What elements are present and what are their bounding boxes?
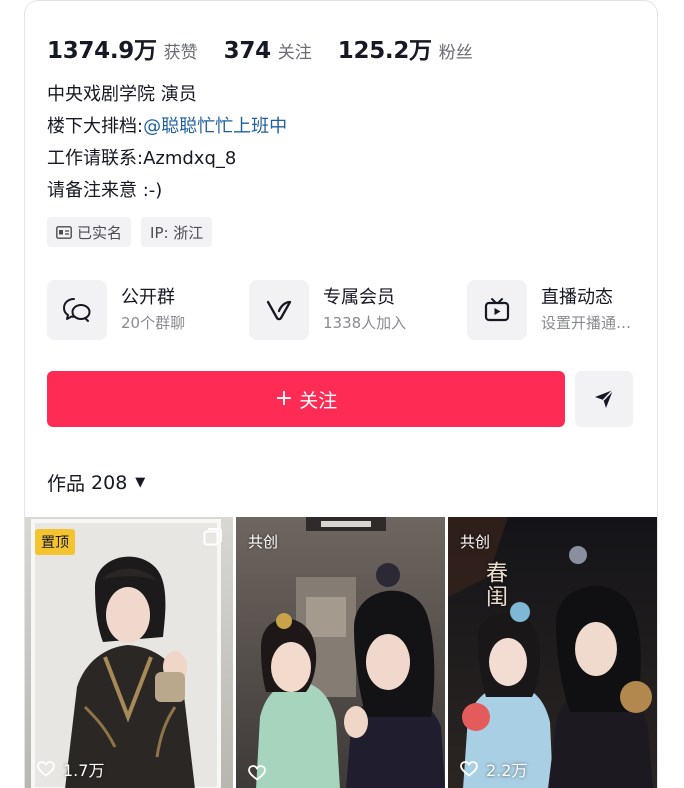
following-label: 关注 <box>277 43 312 63</box>
profile-panel: 1374.9万 获赞 374 关注 125.2万 粉丝 中央戏剧学院 演员 楼下… <box>24 0 658 788</box>
chat-bubbles-icon <box>47 280 107 340</box>
id-card-icon <box>56 225 72 239</box>
feature-live[interactable]: 直播动态 设置开播通… <box>467 277 631 343</box>
followers-label: 粉丝 <box>438 43 473 63</box>
bio-line-2: 楼下大排档:@聪聪忙忙上班中 <box>47 111 287 143</box>
heart-icon <box>248 765 266 781</box>
follow-button-label: 关注 <box>299 389 338 412</box>
verified-tag[interactable]: 已实名 <box>47 217 132 247</box>
video-thumb[interactable]: 共创 春闺 2.2万 <box>448 517 657 788</box>
likes-count-value: 2.2万 <box>486 761 528 780</box>
feature-live-subtitle: 设置开播通… <box>541 314 632 332</box>
video-cover-image <box>236 517 445 788</box>
feature-live-title: 直播动态 <box>541 287 613 308</box>
stat-followers[interactable]: 125.2万 粉丝 <box>338 31 473 65</box>
bio-line-2-prefix: 楼下大排档: <box>47 116 144 137</box>
share-button[interactable] <box>575 371 633 427</box>
v-member-icon <box>249 280 309 340</box>
video-cover-image <box>25 517 233 788</box>
likes-count-video-2 <box>248 765 274 781</box>
video-thumb[interactable]: 共创 <box>236 517 445 788</box>
following-count: 374 <box>223 38 271 64</box>
plus-icon: + <box>274 386 294 411</box>
stat-following[interactable]: 374 关注 <box>224 38 312 64</box>
likes-count-value: 1.7万 <box>63 761 105 780</box>
tv-icon <box>467 280 527 340</box>
ip-tag-label: IP: 浙江 <box>150 223 204 242</box>
feature-public-group-title: 公开群 <box>121 287 175 308</box>
heart-icon <box>37 761 55 777</box>
cocreate-badge: 共创 <box>460 533 491 551</box>
send-icon <box>595 389 614 408</box>
follow-button[interactable]: + 关注 <box>47 371 565 427</box>
followers-count: 125.2万 <box>337 38 432 64</box>
works-tab[interactable]: 作品 208 ▼ <box>47 469 145 496</box>
caret-down-icon: ▼ <box>135 475 146 490</box>
pinned-badge: 置顶 <box>35 529 75 555</box>
feature-member[interactable]: 专属会员 1338人加入 <box>249 277 406 343</box>
likes-count: 1374.9万 <box>47 38 157 64</box>
verified-tag-label: 已实名 <box>77 223 123 242</box>
stats-row: 1374.9万 获赞 374 关注 125.2万 粉丝 <box>47 31 499 65</box>
video-overlay-title: 春闺 <box>482 561 507 609</box>
bio-line-4: 请备注来意 :-) <box>47 180 163 201</box>
heart-icon <box>460 761 478 777</box>
video-cover-image <box>448 517 657 788</box>
ip-tag: IP: 浙江 <box>141 217 213 247</box>
likes-count-video-3: 2.2万 <box>460 757 527 781</box>
profile-tags: 已实名 IP: 浙江 <box>47 217 222 247</box>
mention-link[interactable]: @聪聪忙忙上班中 <box>143 116 287 137</box>
stat-likes[interactable]: 1374.9万 获赞 <box>47 31 198 65</box>
cocreate-badge: 共创 <box>248 533 279 551</box>
bio-line-1: 中央戏剧学院 演员 <box>47 84 197 105</box>
bio-line-3: 工作请联系:Azmdxq_8 <box>47 148 237 169</box>
video-grid: 置顶 1.7万 共创 共创 春闺 2.2万 <box>25 517 657 788</box>
feature-member-title: 专属会员 <box>323 287 395 308</box>
feature-member-subtitle: 1338人加入 <box>323 314 407 332</box>
works-count: 208 <box>91 471 128 494</box>
feature-public-group[interactable]: 公开群 20个群聊 <box>47 277 185 343</box>
feature-public-group-subtitle: 20个群聊 <box>121 314 186 332</box>
likes-label: 获赞 <box>163 43 198 63</box>
likes-count-video-1: 1.7万 <box>37 757 104 781</box>
video-thumb[interactable]: 置顶 1.7万 <box>25 517 233 788</box>
bio: 中央戏剧学院 演员 楼下大排档:@聪聪忙忙上班中 工作请联系:Azmdxq_8 … <box>47 79 287 207</box>
multi-image-icon <box>203 528 222 546</box>
feature-row: 公开群 20个群聊 专属会员 1338人加入 直播动态 设置开播通… <box>47 277 647 343</box>
works-label: 作品 <box>47 473 86 495</box>
